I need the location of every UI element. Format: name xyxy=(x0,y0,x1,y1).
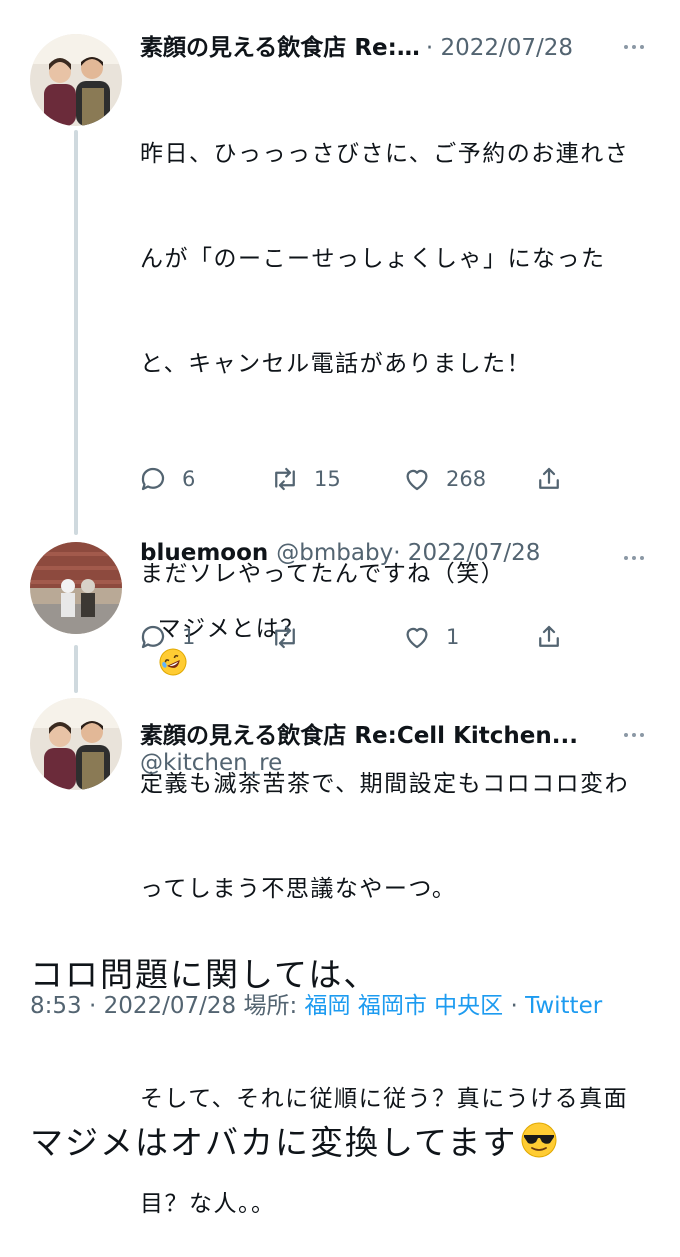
tweet1-more-icon[interactable] xyxy=(624,42,644,52)
tweet1-like-count: 268 xyxy=(446,467,487,491)
avatar-kitchen-re-main[interactable] xyxy=(30,698,122,790)
footer-place-chuo-ku[interactable]: 中央区 xyxy=(434,993,503,1019)
heart-icon xyxy=(406,627,428,649)
tweet1-line: んが「のーこーせっしょくしゃ」になった xyxy=(140,246,606,272)
reply-icon xyxy=(141,625,165,649)
tweet2-share-button[interactable] xyxy=(534,622,564,652)
tweet2-like-button[interactable]: 1 xyxy=(402,622,459,652)
tweet1-header: 素顔の見える飲食店 Re:… · 2022/07/28 xyxy=(140,28,573,62)
footer-time-date: 8:53 · 2022/07/28 場所: xyxy=(30,993,305,1019)
tweet1-reply-count: 6 xyxy=(182,467,196,491)
tweet2-more-icon[interactable] xyxy=(624,553,644,563)
footer-client-link[interactable]: Twitter xyxy=(525,993,602,1019)
tweet1-display-name[interactable]: 素顔の見える飲食店 Re:… xyxy=(140,28,420,62)
sunglasses-emoji-icon xyxy=(521,1122,557,1158)
main-more-icon[interactable] xyxy=(624,730,644,740)
tweet1-date[interactable]: · 2022/07/28 xyxy=(426,35,573,61)
thread-line-2 xyxy=(74,645,78,693)
reply-icon xyxy=(141,467,165,491)
tweet1-reply-button[interactable]: 6 xyxy=(138,464,195,494)
share-icon xyxy=(539,625,559,647)
share-icon xyxy=(539,467,559,489)
tweet2-reply-button[interactable]: 1 xyxy=(138,622,195,652)
main-display-name[interactable]: 素顔の見える飲食店 Re:Cell Kitchen... xyxy=(140,716,578,750)
avatar-bluemoon[interactable] xyxy=(30,542,122,634)
main-footer: 8:53 · 2022/07/28 場所: 福岡 福岡市 中央区 · Twitt… xyxy=(30,986,602,1020)
tweet2-header: bluemoon @bmbaby · 2022/07/28 xyxy=(140,540,540,566)
tweet1-line: と、キャンセル電話がありました！ xyxy=(140,351,532,377)
tweet2-display-name[interactable]: bluemoon xyxy=(140,540,268,566)
main-header-handle: @kitchen_re xyxy=(140,750,282,776)
avatar-kitchen-re[interactable] xyxy=(30,34,122,126)
footer-separator: · xyxy=(503,993,526,1019)
tweet2-handle[interactable]: @bmbaby xyxy=(276,540,393,566)
tweet1-like-button[interactable]: 268 xyxy=(402,464,486,494)
main-line2-wrap: マジメはオバカに変換してます xyxy=(30,1115,559,1171)
main-header-name: 素顔の見える飲食店 Re:Cell Kitchen... xyxy=(140,716,578,750)
retweet-icon xyxy=(275,625,295,649)
footer-place-fukuoka-city[interactable]: 福岡市 xyxy=(358,993,427,1019)
footer-place-fukuoka[interactable]: 福岡 xyxy=(305,993,351,1019)
main-handle[interactable]: @kitchen_re xyxy=(140,750,282,776)
tweet1-line: 昨日、ひっっっさびさに、ご予約のお連れさ xyxy=(140,141,630,167)
retweet-icon xyxy=(275,467,295,491)
tweet2-actions: 1 1 xyxy=(138,622,568,656)
tweet2-date[interactable]: · 2022/07/28 xyxy=(393,540,540,566)
thread-line-1 xyxy=(74,130,78,535)
main-tweet-text: コロ問題に関しては、 マジメはオバカに変換してます xyxy=(30,835,559,1227)
tweet1-retweet-button[interactable]: 15 xyxy=(270,464,341,494)
tweet1-actions: 6 15 268 xyxy=(138,464,568,498)
tweet2-like-count: 1 xyxy=(446,625,460,649)
tweet2-retweet-button[interactable] xyxy=(270,622,300,652)
heart-icon xyxy=(406,469,428,491)
tweet2-reply-count: 1 xyxy=(182,625,196,649)
main-line2: マジメはオバカに変換してます xyxy=(30,1123,518,1162)
tweet1-retweet-count: 15 xyxy=(314,467,341,491)
tweet1-share-button[interactable] xyxy=(534,464,564,494)
